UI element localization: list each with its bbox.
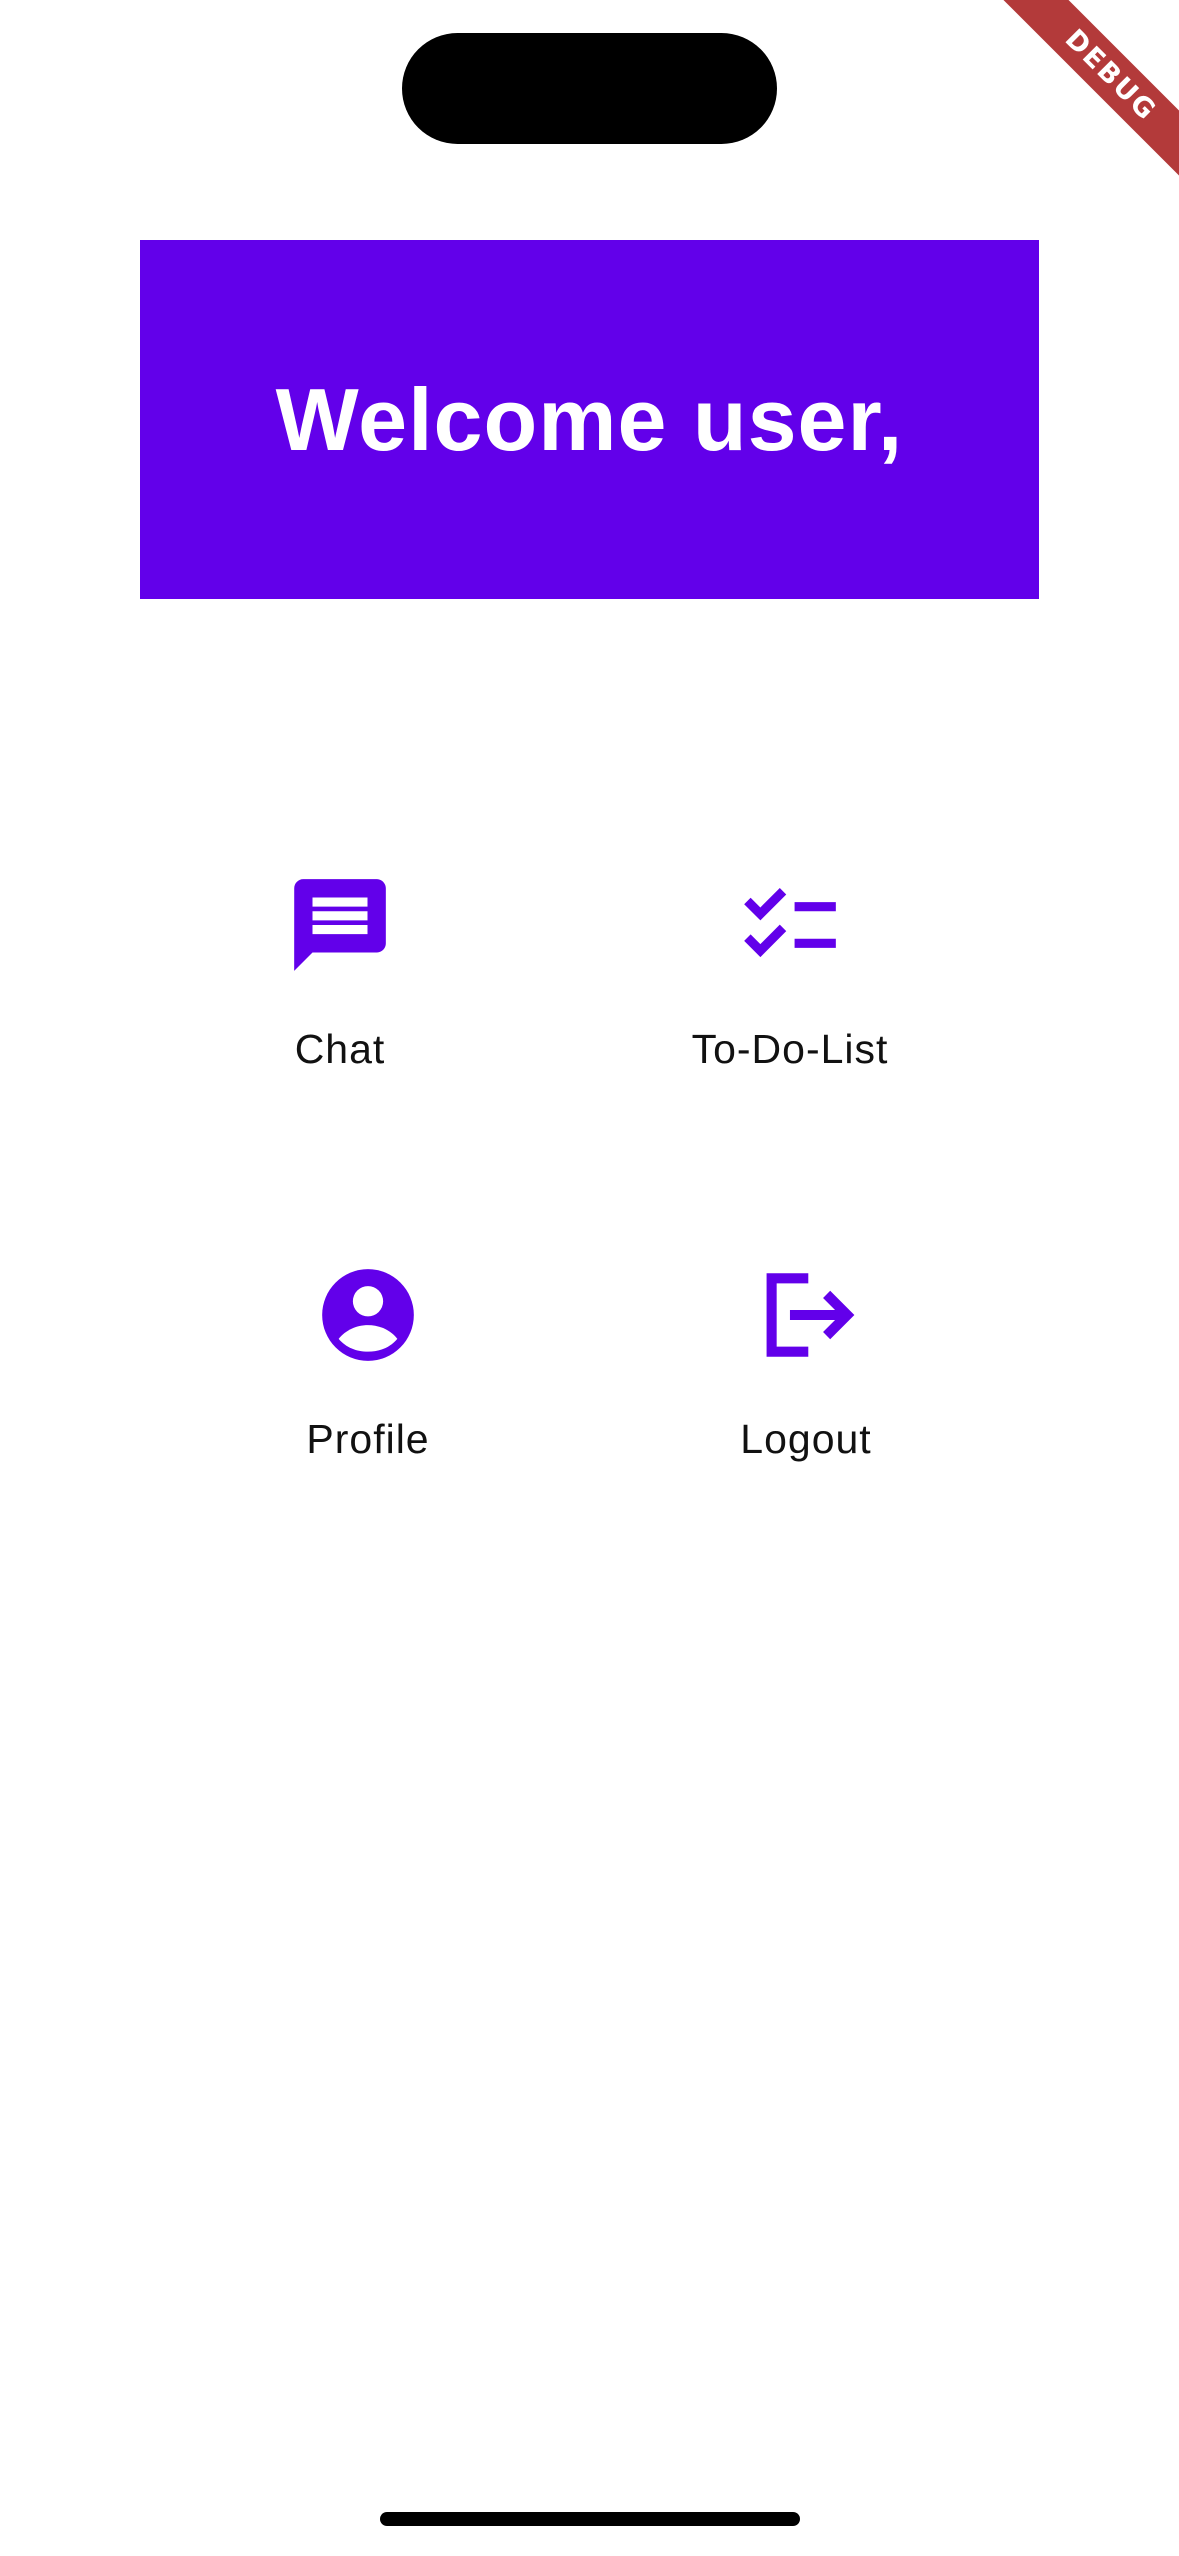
page-title: Welcome user,	[275, 369, 904, 469]
home-indicator[interactable]	[380, 2512, 800, 2526]
logout-button[interactable]: Logout	[706, 1260, 906, 1463]
profile-label: Profile	[306, 1416, 430, 1462]
logout-label: Logout	[740, 1416, 872, 1462]
debug-ribbon-label: DEBUG	[1002, 0, 1179, 184]
home-screen: DEBUG Welcome user, Chat To-Do-List Prof…	[0, 0, 1179, 2556]
welcome-header: Welcome user,	[140, 240, 1039, 599]
chat-label: Chat	[294, 1026, 386, 1072]
debug-banner: DEBUG	[979, 0, 1179, 200]
chat-button[interactable]: Chat	[240, 870, 440, 1073]
checklist-icon	[735, 870, 845, 980]
chat-icon	[285, 870, 395, 980]
profile-button[interactable]: Profile	[268, 1260, 468, 1463]
todo-list-label: To-Do-List	[691, 1026, 889, 1072]
logout-icon	[751, 1260, 861, 1370]
account-circle-icon	[313, 1260, 423, 1370]
todo-list-button[interactable]: To-Do-List	[640, 870, 940, 1073]
dynamic-island	[402, 33, 777, 144]
